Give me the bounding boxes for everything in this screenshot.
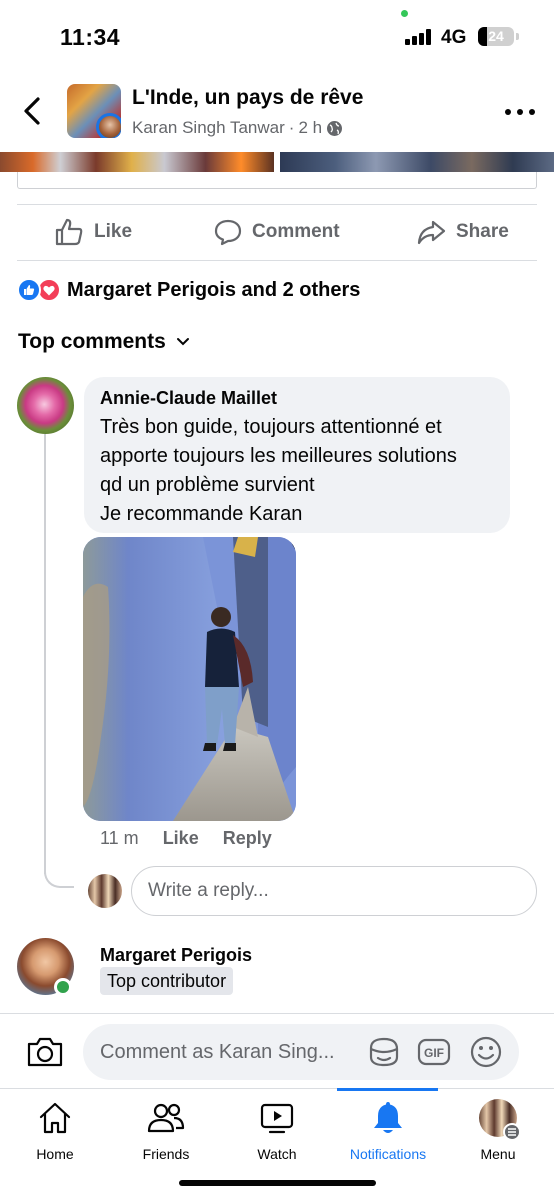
battery-nub xyxy=(516,33,519,40)
tab-home[interactable]: Home xyxy=(5,1098,105,1168)
top-comments-sort[interactable]: Top comments xyxy=(18,330,190,354)
post-header: L'Inde, un pays de rêve Karan Singh Tanw… xyxy=(0,76,554,152)
top-contributor-badge: Top contributor xyxy=(100,967,234,995)
commenter-name[interactable]: Annie-Claude Maillet xyxy=(100,387,494,409)
reactions-summary[interactable]: Margaret Perigois and 2 others xyxy=(17,276,360,304)
gif-icon: GIF xyxy=(417,1038,451,1066)
divider xyxy=(17,260,537,261)
tab-label: Watch xyxy=(257,1146,297,1162)
chevron-down-icon xyxy=(176,338,189,346)
comment-line: Je recommande Karan xyxy=(100,503,303,525)
comment-text: Très bon guide, toujours attentionné et … xyxy=(100,413,494,529)
battery-level: 24 xyxy=(488,28,504,44)
more-options-button[interactable] xyxy=(505,102,535,122)
like-button[interactable]: Like xyxy=(54,217,132,247)
more-dot-icon xyxy=(505,109,511,115)
post-actions: Like Comment Share xyxy=(0,205,554,259)
divider xyxy=(0,1013,554,1014)
post-image-1[interactable] xyxy=(0,152,274,172)
gif-button[interactable]: GIF xyxy=(417,1035,451,1069)
comment-bubble[interactable]: Annie-Claude Maillet Très bon guide, tou… xyxy=(84,377,510,533)
commenter-name[interactable]: Margaret Perigois xyxy=(100,945,252,966)
author-avatar[interactable] xyxy=(96,113,121,138)
like-reaction-icon xyxy=(17,278,41,302)
post-card-border xyxy=(17,172,537,189)
svg-text:GIF: GIF xyxy=(424,1046,444,1060)
reply-input[interactable]: Write a reply... xyxy=(131,866,537,916)
camera-button[interactable] xyxy=(26,1036,64,1068)
comment-line: Très bon guide, toujours attentionné et xyxy=(100,416,442,438)
tab-watch[interactable]: Watch xyxy=(227,1098,327,1168)
comment-line: qd un problème survient xyxy=(100,474,315,496)
home-indicator xyxy=(179,1180,376,1186)
thread-line xyxy=(44,434,46,874)
comment-reply-button[interactable]: Reply xyxy=(223,828,272,850)
commenter-avatar[interactable] xyxy=(17,377,74,434)
tab-label: Home xyxy=(36,1146,74,1162)
emoji-icon xyxy=(470,1036,502,1068)
emoji-button[interactable] xyxy=(469,1035,503,1069)
network-type: 4G xyxy=(441,27,467,48)
author-name[interactable]: Karan Singh Tanwar xyxy=(132,118,285,138)
watch-icon xyxy=(257,1098,297,1138)
comment-meta: 11 m Like Reply xyxy=(100,828,272,850)
post-meta: Karan Singh Tanwar · 2 h xyxy=(132,118,343,138)
comment-photo-image xyxy=(83,537,296,821)
comment-time: 11 m xyxy=(100,828,139,848)
comment-line: apporte toujours les meilleures solution… xyxy=(100,445,457,467)
more-dot-icon xyxy=(517,109,523,115)
tab-bar-border xyxy=(0,1088,554,1089)
menu-icon xyxy=(503,1123,521,1141)
friends-icon xyxy=(146,1098,186,1138)
comment-label: Comment xyxy=(252,221,340,242)
chevron-left-icon xyxy=(24,97,40,125)
tab-menu[interactable]: Menu xyxy=(448,1098,548,1168)
comment-button[interactable]: Comment xyxy=(214,217,340,247)
share-icon xyxy=(417,220,446,245)
avatar-sticker-icon xyxy=(369,1037,399,1067)
tab-friends[interactable]: Friends xyxy=(116,1098,216,1168)
globe-icon xyxy=(327,120,343,136)
meta-separator: · xyxy=(288,118,295,137)
comment-composer-placeholder[interactable]: Comment as Karan Sing... xyxy=(100,1041,335,1064)
battery-icon: 24 xyxy=(478,27,514,46)
group-avatar[interactable] xyxy=(67,84,121,138)
post-time[interactable]: 2 h xyxy=(298,118,322,138)
tab-label: Friends xyxy=(142,1146,190,1162)
tab-label: Menu xyxy=(480,1146,516,1162)
home-icon xyxy=(35,1098,75,1138)
top-comments-label: Top comments xyxy=(18,330,166,353)
menu-avatar-wrap xyxy=(478,1098,521,1141)
signal-icon xyxy=(405,29,433,45)
comment-photo[interactable] xyxy=(83,537,296,821)
thread-connector xyxy=(44,858,74,888)
like-label: Like xyxy=(94,221,133,242)
avatar-sticker-button[interactable] xyxy=(367,1035,401,1069)
tab-notifications[interactable]: Notifications xyxy=(338,1098,438,1168)
back-button[interactable] xyxy=(20,96,46,126)
thumbs-up-icon xyxy=(55,218,83,246)
tab-label: Notifications xyxy=(349,1146,427,1162)
share-button[interactable]: Share xyxy=(416,217,509,247)
post-image-2[interactable] xyxy=(280,152,554,172)
group-title[interactable]: L'Inde, un pays de rêve xyxy=(132,86,363,110)
camera-icon xyxy=(27,1037,63,1067)
status-bar: 11:34 4G 24 xyxy=(0,0,554,70)
online-status-icon xyxy=(54,978,72,996)
profile-avatar xyxy=(479,1099,521,1141)
comment-icon xyxy=(214,219,242,246)
reactions-text: Margaret Perigois and 2 others xyxy=(67,278,361,301)
privacy-indicator-dot xyxy=(401,10,408,17)
active-tab-indicator xyxy=(337,1088,438,1091)
post-images[interactable] xyxy=(0,152,554,172)
status-time: 11:34 xyxy=(60,24,121,50)
share-label: Share xyxy=(456,221,509,242)
comment-like-button[interactable]: Like xyxy=(163,828,199,850)
bell-icon xyxy=(368,1098,408,1138)
reply-avatar xyxy=(88,874,122,908)
more-dot-icon xyxy=(529,109,535,115)
